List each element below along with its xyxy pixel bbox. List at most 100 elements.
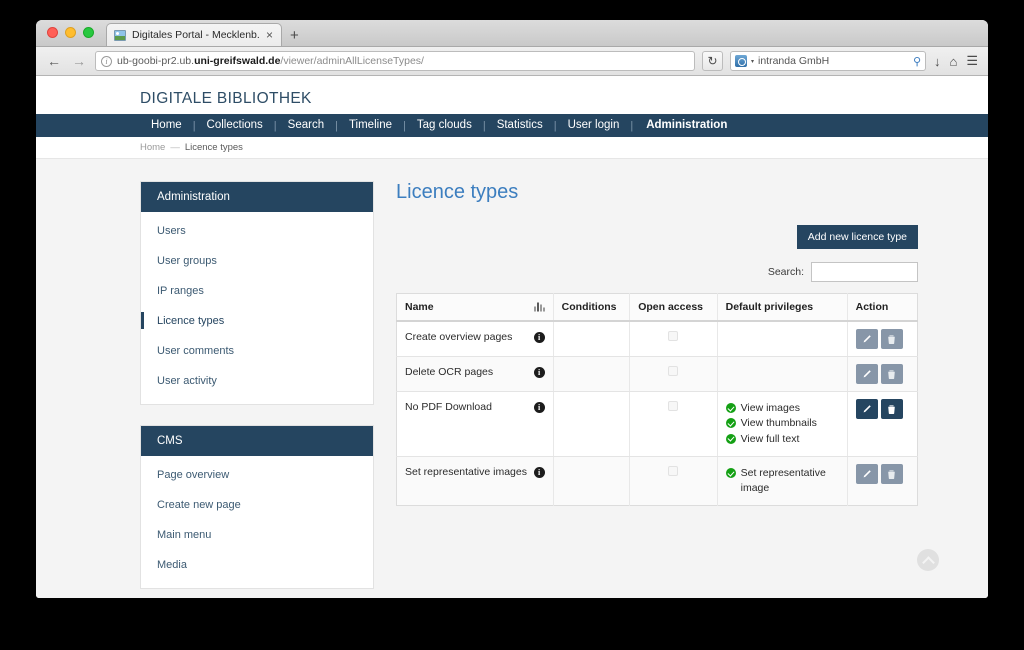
maximize-window-button[interactable]	[83, 27, 94, 38]
table-search-row: Search:	[396, 262, 918, 282]
edit-button[interactable]	[855, 329, 878, 349]
cell-conditions	[553, 456, 631, 506]
add-new-licence-type-button[interactable]: Add new licence type	[796, 225, 918, 249]
check-circle-icon	[725, 403, 736, 413]
privilege-label: Set representative image	[740, 467, 826, 494]
delete-button[interactable]	[880, 364, 903, 384]
sidebar-heading-administration: Administration	[141, 182, 373, 212]
sidebar-item-licence-types[interactable]: Licence types	[141, 306, 373, 336]
scroll-to-top-button[interactable]	[917, 549, 939, 571]
table-row: Delete OCR pages i	[396, 356, 918, 392]
address-bar[interactable]: i ub-goobi-pr2.ub.uni-greifswald.de/view…	[95, 51, 695, 71]
breadcrumb-home[interactable]: Home	[140, 142, 165, 153]
tab-strip: Digitales Portal - Mecklenb... × +	[36, 20, 988, 47]
reload-icon[interactable]: ↻	[701, 51, 723, 71]
main-navigation: Home | Collections | Search | Timeline |…	[36, 114, 988, 137]
privilege-item: View full text	[725, 432, 839, 446]
breadcrumb-separator: —	[170, 142, 180, 153]
minimize-window-button[interactable]	[65, 27, 76, 38]
privilege-label: View images	[740, 402, 800, 414]
sort-icon[interactable]	[533, 302, 545, 312]
chevron-down-icon[interactable]: ▾	[751, 58, 754, 65]
sidebar-heading-cms: CMS	[141, 426, 373, 456]
nav-item-timeline[interactable]: Timeline	[338, 114, 403, 137]
cell-open-access	[629, 391, 718, 458]
check-circle-icon	[725, 418, 736, 429]
cell-default-privileges: View images View thumbnails View full te…	[717, 391, 848, 458]
info-icon[interactable]: i	[533, 401, 545, 413]
cell-action	[847, 456, 918, 506]
open-access-checkbox	[668, 366, 679, 376]
column-header-action[interactable]: Action	[847, 293, 918, 322]
open-access-checkbox	[668, 466, 679, 477]
sidebar-item-media[interactable]: Media	[141, 550, 373, 580]
open-access-checkbox	[668, 401, 679, 411]
close-tab-icon[interactable]: ×	[265, 29, 274, 41]
column-header-default-privileges[interactable]: Default privileges	[717, 293, 848, 322]
delete-button[interactable]	[880, 329, 903, 349]
table-head: Name Conditions Open access Default priv…	[396, 293, 918, 322]
column-header-open-access[interactable]: Open access	[629, 293, 718, 322]
cell-conditions	[553, 356, 631, 392]
sidebar-item-main-menu[interactable]: Main menu	[141, 520, 373, 550]
main-column: Licence types Add new licence type Searc…	[396, 181, 988, 598]
forward-icon[interactable]: →	[70, 54, 88, 68]
check-circle-icon	[725, 468, 736, 479]
home-icon[interactable]: ⌂	[948, 54, 958, 69]
cell-name: Create overview pages i	[396, 321, 554, 357]
edit-button[interactable]	[855, 464, 878, 485]
nav-item-collections[interactable]: Collections	[196, 114, 274, 137]
cell-action	[847, 321, 918, 357]
table-header-row: Name Conditions Open access Default priv…	[396, 293, 918, 322]
nav-item-tag-clouds[interactable]: Tag clouds	[406, 114, 483, 137]
licence-name: No PDF Download	[405, 401, 492, 413]
licence-types-table: Name Conditions Open access Default priv…	[396, 293, 918, 507]
sidebar-list-administration: Users User groups IP ranges Licence type…	[141, 212, 373, 404]
search-engine-icon[interactable]	[734, 55, 747, 67]
browser-toolbar: ← → i ub-goobi-pr2.ub.uni-greifswald.de/…	[36, 47, 988, 76]
sidebar-item-ip-ranges[interactable]: IP ranges	[141, 276, 373, 306]
delete-button[interactable]	[880, 464, 903, 485]
window-controls	[44, 20, 102, 46]
sidebar-item-users[interactable]: Users	[141, 216, 373, 246]
menu-icon[interactable]: ☰	[965, 53, 979, 69]
back-icon[interactable]: ←	[45, 54, 63, 68]
nav-item-statistics[interactable]: Statistics	[486, 114, 554, 137]
edit-button[interactable]	[855, 364, 878, 384]
info-icon[interactable]: i	[533, 466, 545, 478]
column-header-conditions[interactable]: Conditions	[553, 293, 631, 322]
new-tab-button[interactable]: +	[290, 28, 299, 43]
cell-open-access	[629, 356, 718, 392]
sidebar-item-create-new-page[interactable]: Create new page	[141, 490, 373, 520]
search-input[interactable]	[811, 262, 918, 282]
sidebar-item-page-overview[interactable]: Page overview	[141, 460, 373, 490]
nav-item-home[interactable]: Home	[140, 114, 193, 137]
browser-search-bar[interactable]: ▾ intranda GmbH ⚲	[729, 51, 926, 71]
downloads-icon[interactable]: ↓	[933, 54, 942, 69]
nav-item-administration[interactable]: Administration	[633, 114, 738, 137]
nav-item-user-login[interactable]: User login	[557, 114, 631, 137]
close-window-button[interactable]	[47, 27, 58, 38]
licence-name: Set representative images	[405, 466, 527, 479]
sidebar-item-user-groups[interactable]: User groups	[141, 246, 373, 276]
sidebar-item-user-comments[interactable]: User comments	[141, 336, 373, 366]
sidebar-panel-administration: Administration Users User groups IP rang…	[140, 181, 374, 405]
sidebar-item-user-activity[interactable]: User activity	[141, 366, 373, 396]
page-content: Administration Users User groups IP rang…	[36, 159, 988, 598]
delete-button[interactable]	[880, 399, 903, 419]
edit-button[interactable]	[855, 399, 878, 419]
info-icon[interactable]: i	[533, 331, 545, 343]
search-icon[interactable]: ⚲	[913, 55, 921, 68]
cell-name: No PDF Download i	[396, 391, 554, 458]
cell-action	[847, 391, 918, 458]
column-header-name[interactable]: Name	[396, 293, 554, 322]
nav-item-search[interactable]: Search	[277, 114, 335, 137]
site-info-icon[interactable]: i	[101, 55, 112, 67]
url-domain: uni-greifswald.de	[194, 55, 281, 67]
info-icon[interactable]: i	[533, 366, 545, 378]
favicon-icon	[114, 29, 126, 41]
browser-tab[interactable]: Digitales Portal - Mecklenb... ×	[106, 23, 282, 46]
cell-default-privileges	[717, 356, 848, 392]
cell-name: Set representative images i	[396, 456, 554, 506]
table-row: No PDF Download i View images View thumb…	[396, 391, 918, 458]
